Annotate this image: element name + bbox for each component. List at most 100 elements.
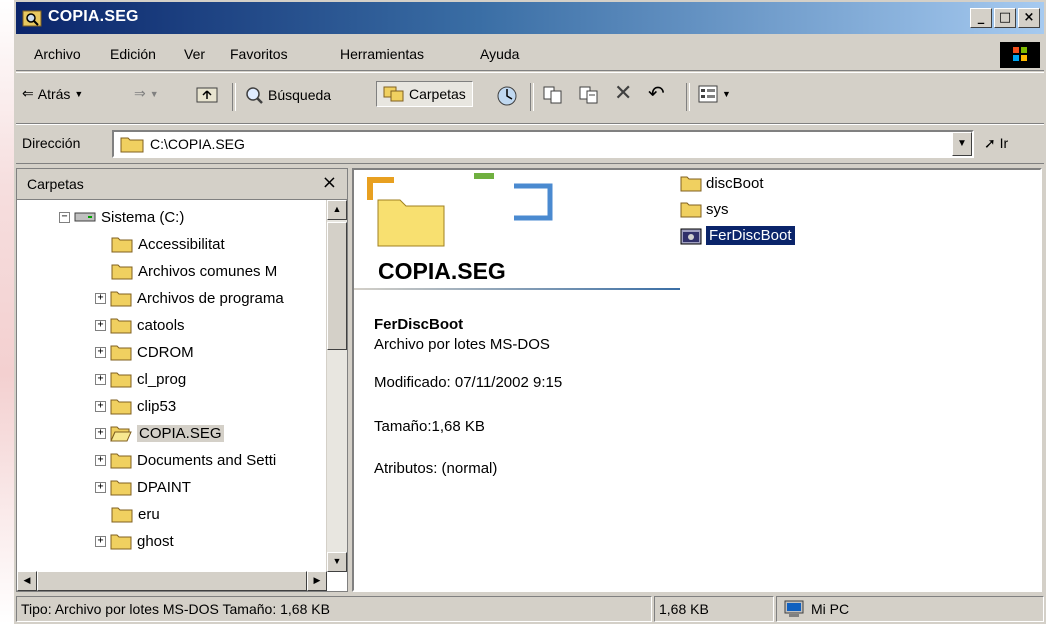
tree-item[interactable]: + catools [95, 312, 185, 338]
expand-toggle[interactable]: + [95, 319, 106, 331]
move-to-button[interactable] [542, 85, 564, 105]
file-item-selected[interactable]: FerDiscBoot [680, 226, 795, 245]
up-folder-button[interactable] [196, 85, 218, 103]
scroll-right-button[interactable]: ▶ [307, 571, 327, 591]
scroll-left-button[interactable]: ◀ [17, 571, 37, 591]
maximize-button[interactable]: □ [994, 8, 1016, 28]
scroll-down-button[interactable]: ▼ [327, 552, 347, 572]
address-dropdown-button[interactable]: ▼ [952, 132, 972, 156]
tree-item-label: ghost [137, 532, 174, 550]
tree-item[interactable]: − Sistema (C:) [59, 204, 184, 230]
folder-icon [110, 453, 132, 469]
tree-item[interactable]: + CDROM [95, 339, 194, 365]
undo-button[interactable]: ↶ [648, 81, 665, 105]
selected-file-name: FerDiscBoot [374, 316, 464, 333]
folders-icon [383, 86, 404, 102]
folders-pane-header: Carpetas × [17, 169, 347, 200]
address-input[interactable]: C:\COPIA.SEG ▼ [112, 130, 974, 158]
tree-item[interactable]: + DPAINT [95, 474, 191, 500]
tree-item[interactable]: Accessibilitat [111, 231, 225, 257]
menu-ayuda[interactable]: Ayuda [480, 46, 519, 62]
collapse-toggle[interactable]: − [59, 211, 70, 223]
expand-toggle[interactable]: + [95, 427, 106, 439]
tree-item[interactable]: + Documents and Setti [95, 447, 276, 473]
menu-edicion[interactable]: Edición [110, 46, 156, 62]
tree-horizontal-scrollbar[interactable]: ◀ ▶ [17, 571, 327, 591]
back-button[interactable]: ⇐ Atrás ▼ [22, 85, 83, 102]
zone-label: Mi PC [811, 601, 850, 617]
go-label: Ir [999, 135, 1009, 151]
tree-item-label: Sistema (C:) [101, 208, 185, 226]
scroll-up-button[interactable]: ▲ [327, 200, 347, 220]
toolbar-separator [530, 83, 534, 111]
tree-item[interactable]: + clip53 [95, 393, 176, 419]
menu-bar: Archivo Edición Ver Favoritos Herramient… [16, 40, 1044, 71]
close-pane-icon[interactable]: × [322, 172, 337, 193]
search-label: Búsqueda [268, 87, 332, 103]
folder-icon [110, 534, 132, 550]
tree-item-label: DPAINT [137, 478, 191, 496]
tree-item-label: eru [138, 505, 160, 523]
address-value: C:\COPIA.SEG [150, 136, 245, 152]
expand-toggle[interactable]: + [95, 346, 106, 358]
minimize-button[interactable]: _ [970, 8, 992, 28]
drive-icon [74, 212, 96, 222]
tree-item-label: clip53 [137, 397, 177, 415]
search-button[interactable]: Búsqueda [244, 85, 331, 105]
folders-button[interactable]: Carpetas [376, 81, 473, 107]
expand-toggle[interactable]: + [95, 400, 106, 412]
file-label: discBoot [706, 174, 764, 192]
menu-archivo[interactable]: Archivo [34, 46, 81, 62]
folder-icon [680, 202, 702, 218]
go-button[interactable]: ➚ Ir [984, 135, 1008, 152]
menu-favoritos[interactable]: Favoritos [230, 46, 288, 62]
file-item[interactable]: sys [680, 200, 729, 218]
tree-item-label: catools [137, 316, 185, 334]
selected-file-attributes: Atributos: (normal) [374, 460, 498, 477]
tree-item[interactable]: eru [111, 501, 160, 527]
expand-toggle[interactable]: + [95, 373, 106, 385]
folders-pane-title: Carpetas [27, 176, 84, 192]
expand-toggle[interactable]: + [95, 535, 106, 547]
folder-icon [680, 176, 702, 192]
scroll-thumb[interactable] [37, 571, 307, 591]
delete-button[interactable]: ✕ [614, 81, 632, 106]
title-bar[interactable]: COPIA.SEG _ □ × [16, 2, 1044, 34]
expand-toggle[interactable]: + [95, 454, 106, 466]
status-size: 1,68 KB [654, 596, 774, 622]
menu-ver[interactable]: Ver [184, 46, 205, 62]
forward-button[interactable]: ⇒ ▼ [134, 85, 159, 102]
folder-icon [110, 372, 132, 388]
windows-logo-icon [1000, 42, 1040, 68]
close-button[interactable]: × [1018, 8, 1040, 28]
tree-vertical-scrollbar[interactable]: ▲ ▼ [326, 200, 347, 572]
forward-arrow-icon: ⇒ [134, 85, 146, 101]
batch-file-icon [680, 228, 702, 244]
tree-item[interactable]: Archivos comunes M [111, 258, 277, 284]
expand-toggle[interactable]: + [95, 292, 106, 304]
my-computer-icon [784, 600, 804, 617]
tree-item[interactable]: + cl_prog [95, 366, 186, 392]
tree-item-label: Documents and Setti [137, 451, 277, 469]
views-button[interactable]: ▼ [698, 85, 731, 103]
folder-title: COPIA.SEG [378, 258, 506, 284]
copy-to-button[interactable] [578, 85, 600, 105]
folder-icon [111, 264, 133, 280]
menu-herramientas[interactable]: Herramientas [340, 46, 424, 62]
expand-toggle[interactable]: + [95, 481, 106, 493]
folder-icon [120, 137, 144, 153]
tree-item-selected[interactable]: + COPIA.SEG [95, 420, 224, 446]
address-bar: Dirección C:\COPIA.SEG ▼ ➚ Ir [16, 124, 1044, 164]
explorer-window: COPIA.SEG _ □ × Archivo Edición Ver Favo… [14, 0, 1046, 624]
back-arrow-icon: ⇐ [22, 85, 34, 101]
open-folder-icon [110, 426, 132, 442]
scroll-thumb[interactable] [327, 222, 347, 350]
folders-pane: Carpetas × − Sistema (C:) Accessibilitat… [16, 168, 348, 592]
file-item[interactable]: discBoot [680, 174, 764, 192]
tree-item[interactable]: + ghost [95, 528, 174, 554]
history-button[interactable] [496, 85, 518, 107]
search-icon [246, 87, 263, 104]
toolbar-separator [232, 83, 236, 111]
file-label: sys [706, 200, 729, 218]
tree-item[interactable]: + Archivos de programa [95, 285, 284, 311]
